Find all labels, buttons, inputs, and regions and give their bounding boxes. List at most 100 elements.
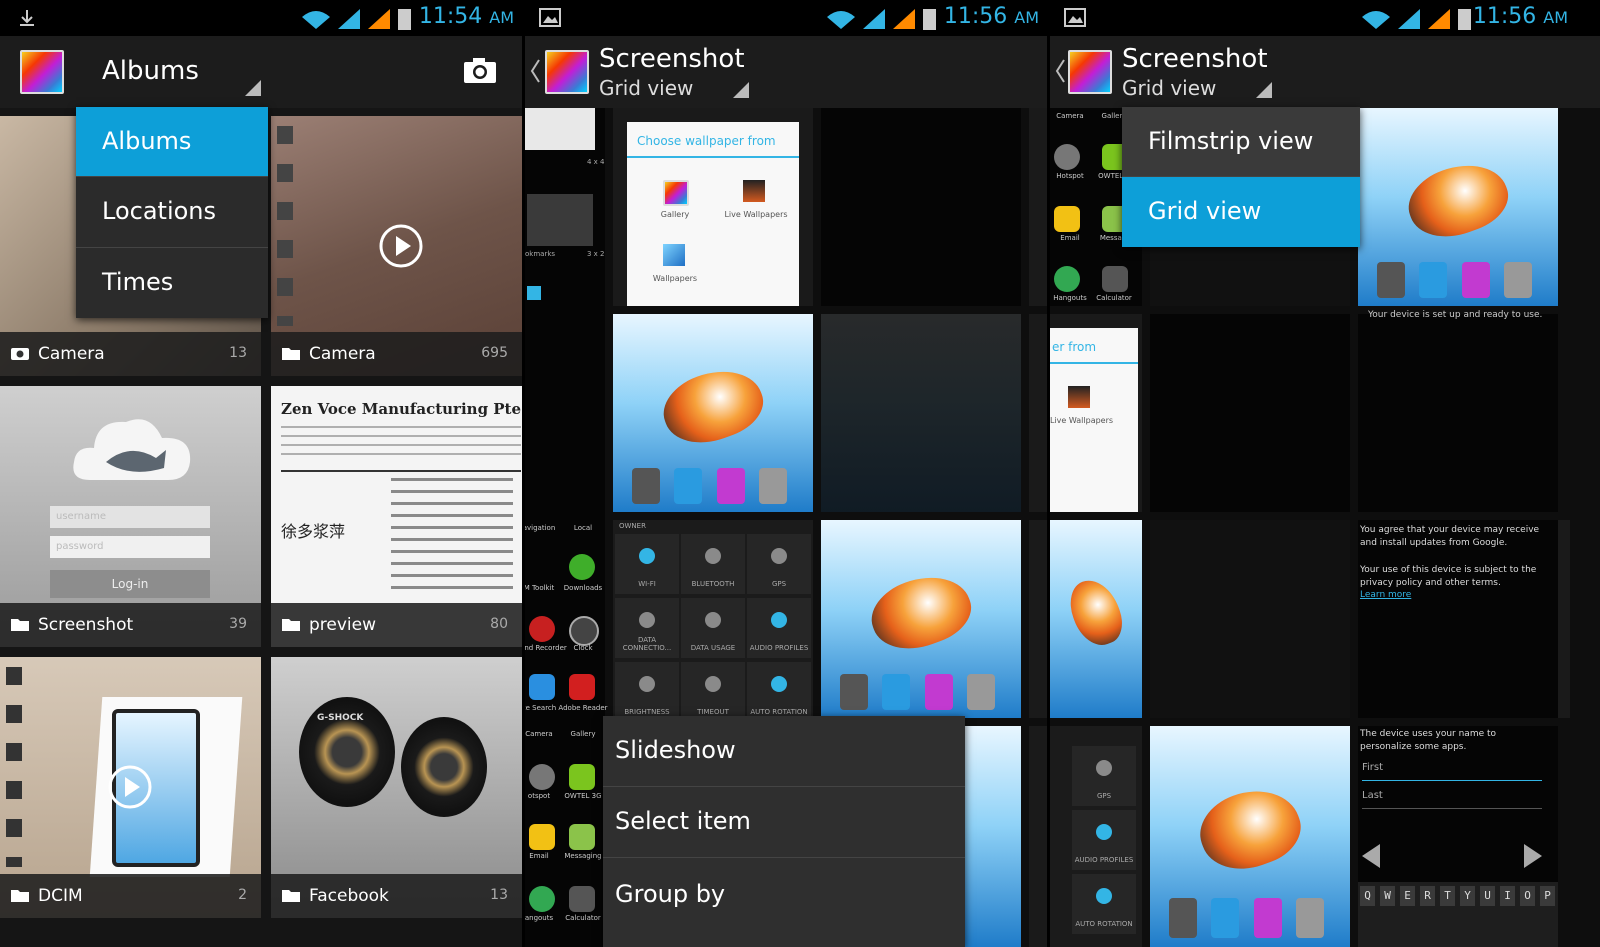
calculator-icon [1102,266,1128,292]
key[interactable]: E [1400,886,1415,906]
screenshot-tile[interactable] [821,108,1021,306]
gallery-app-icon[interactable] [1068,50,1112,94]
download-icon [20,10,34,26]
quick-settings-tile[interactable]: GPS AUDIO PROFILES AUTO ROTATION [1050,726,1142,947]
view-spinner-title[interactable]: Albums [102,56,199,86]
screenshot-tile[interactable] [525,314,605,512]
dialog-option: Live Wallpapers [1050,416,1114,425]
app-drawer-tile[interactable]: Camera Gallery otspot OWTEL 3G Email Mes… [525,726,605,947]
app-drawer-tile[interactable]: avigation Local M Toolkit Downloads Soun… [525,520,608,718]
key[interactable]: Q [1360,886,1375,906]
live-wallpaper-icon [743,180,765,202]
overflow-menu: Slideshow Select item Group by [603,716,965,947]
last-name-field[interactable]: Last [1362,790,1542,809]
menu-item-label: Locations [102,197,217,225]
prev-arrow-icon[interactable] [1362,844,1380,868]
key[interactable]: O [1520,886,1535,906]
cloud-icon [73,419,191,480]
qs-gps: GPS [747,534,811,594]
album-caption: Facebook 13 [271,874,522,918]
screenshot-tile[interactable] [1029,520,1047,718]
back-chevron-icon[interactable] [1054,58,1066,84]
setup-complete-tile[interactable]: Your device is set up and ready to use. [1358,310,1558,512]
gallery-app-icon[interactable] [545,50,589,94]
koi-screenshot-tile[interactable] [613,314,813,512]
view-mode-spinner[interactable]: Grid view [1122,76,1216,100]
qs-owner-label: OWNER [619,522,646,530]
menu-item-times[interactable]: Times [76,248,268,318]
name-setup-tile[interactable]: The device uses your name to personalize… [1358,726,1558,947]
strip-thumb [525,108,595,150]
dialog-divider [1050,362,1138,364]
menu-item-filmstrip-view[interactable]: Filmstrip view [1122,107,1360,177]
username-field[interactable]: username [50,506,210,528]
play-icon[interactable] [108,765,152,809]
koi-image [862,564,980,662]
grid-edge [1558,520,1570,718]
menu-item-locations[interactable]: Locations [76,177,268,248]
album-caption: Screenshot 39 [0,603,261,647]
album-tile[interactable]: G-SHOCK Facebook 13 [271,657,522,918]
screenshot-tile[interactable] [1029,726,1047,947]
play-icon[interactable] [379,224,423,268]
dialog-title: er from [1052,340,1097,354]
screenshot-tile[interactable] [1029,108,1047,306]
wallpapers-icon [663,244,685,266]
gallery-app-icon[interactable] [20,50,64,94]
koi-screenshot-tile[interactable] [821,314,1021,512]
album-count: 695 [481,345,508,361]
koi-screenshot-tile[interactable] [821,520,1021,718]
key[interactable]: I [1500,886,1515,906]
key[interactable]: P [1540,886,1555,906]
menu-item-label: Select item [615,807,751,835]
screenshot-tile[interactable] [1150,314,1350,512]
qs-wifi: WI-FI [615,534,679,594]
screenshot-tile[interactable] [1150,520,1350,718]
dialog-option: Gallery [660,210,690,219]
koi-screenshot-tile[interactable] [965,726,1021,947]
koi-screenshot-tile[interactable] [1358,108,1558,306]
quick-settings-tile[interactable]: OWNER WI-FI BLUETOOTH GPS DATA CONNECTIO… [613,520,813,722]
key[interactable]: U [1480,886,1495,906]
next-arrow-icon[interactable] [1524,844,1542,868]
screenshot-tile[interactable]: Choose wallpaper from Gallery Live Wallp… [613,108,813,306]
albums-panel: 11:54 AM Albums Camera 13 Camera 695 use… [0,0,522,947]
koi-screenshot-tile[interactable] [1150,726,1350,947]
app-label: Clock [573,644,593,652]
key[interactable]: W [1380,886,1395,906]
screenshot-tile[interactable]: er from Live Wallpapers [1050,314,1142,512]
first-name-field[interactable]: First [1362,762,1542,781]
album-tile[interactable]: Camera 695 [271,116,522,376]
menu-item-label: Times [102,268,174,296]
menu-item-albums[interactable]: Albums [76,107,268,177]
login-button[interactable]: Log-in [50,570,210,598]
album-tile[interactable]: DCIM 2 [0,657,261,918]
back-chevron-icon[interactable] [529,58,541,84]
qs-data-usage: DATA USAGE [681,598,745,658]
document-lines [281,426,521,456]
key[interactable]: R [1420,886,1435,906]
menu-item-label: Slideshow [615,736,736,764]
hangouts-icon [1054,266,1080,292]
view-mode-spinner[interactable]: Grid view [599,76,693,100]
menu-item-select-item[interactable]: Select item [603,787,965,858]
action-bar: Screenshot Grid view [525,36,1047,108]
koi-screenshot-tile[interactable] [1050,520,1142,718]
folder-icon [282,619,300,631]
camera-icon[interactable] [463,56,497,84]
password-field[interactable]: password [50,536,210,558]
album-tile[interactable]: username password Log-in Screenshot 39 [0,386,261,647]
album-caption: preview 80 [271,603,522,647]
key[interactable]: T [1440,886,1455,906]
menu-item-slideshow[interactable]: Slideshow [603,716,965,787]
terms-tile[interactable]: You agree that your device may receive a… [1358,520,1558,718]
qs-timeout: TIMEOUT [681,662,745,722]
menu-item-group-by[interactable]: Group by [603,858,965,947]
album-tile[interactable]: Zen Voce Manufacturing Pte L 徐多浆萍 previe… [271,386,522,647]
album-name: Camera [38,344,105,364]
folder-icon [11,890,29,902]
menu-item-grid-view[interactable]: Grid view [1122,177,1360,247]
key[interactable]: Y [1460,886,1475,906]
screenshot-tile[interactable] [1029,314,1047,512]
learn-more-link[interactable]: Learn more [1360,590,1411,600]
